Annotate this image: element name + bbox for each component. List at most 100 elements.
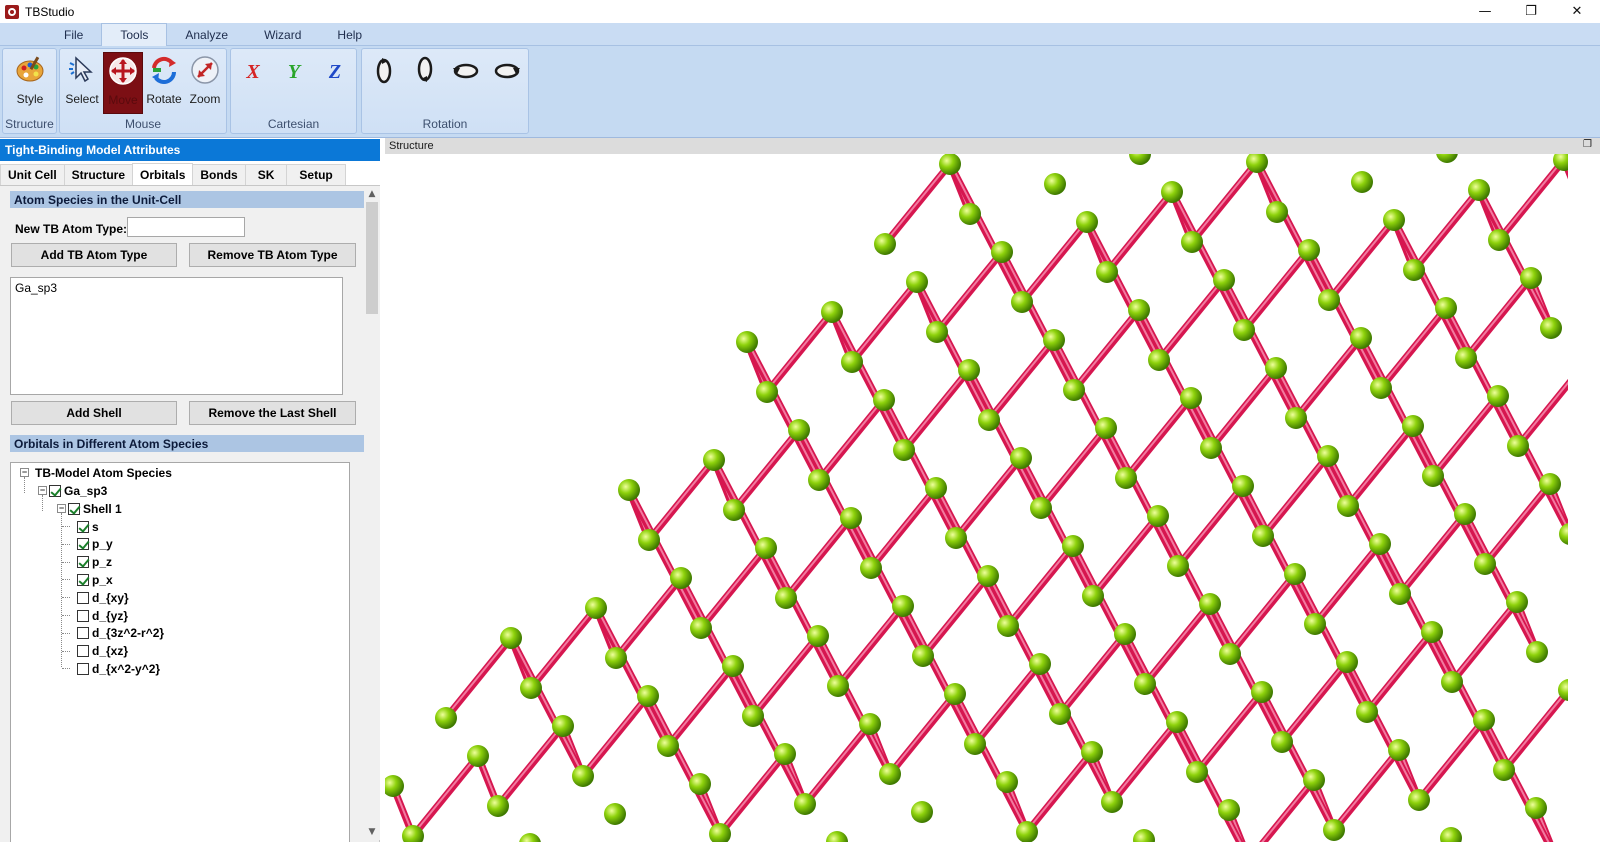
atom[interactable] (826, 831, 848, 842)
atom[interactable] (1488, 229, 1510, 251)
orbital-checkbox[interactable] (77, 573, 89, 586)
atom[interactable] (1062, 535, 1084, 557)
atom[interactable] (859, 713, 881, 735)
atom[interactable] (977, 565, 999, 587)
atom[interactable] (618, 479, 640, 501)
tab-setup[interactable]: Setup (286, 164, 346, 185)
atom[interactable] (1356, 701, 1378, 723)
atom[interactable] (996, 771, 1018, 793)
atom[interactable] (1436, 154, 1458, 163)
atom[interactable] (911, 801, 933, 823)
rotate-cw-button[interactable] (405, 52, 445, 114)
atom[interactable] (939, 154, 961, 175)
scroll-down-icon[interactable]: ▼ (364, 824, 380, 840)
atom[interactable] (1403, 259, 1425, 281)
atom[interactable] (1200, 437, 1222, 459)
atom[interactable] (906, 271, 928, 293)
atom[interactable] (1128, 299, 1150, 321)
atom[interactable] (1539, 473, 1561, 495)
orbital-item[interactable]: s (62, 518, 99, 535)
atom[interactable] (893, 439, 915, 461)
atom[interactable] (467, 745, 489, 767)
atom[interactable] (585, 597, 607, 619)
tab-help[interactable]: Help (319, 23, 380, 46)
atom[interactable] (774, 743, 796, 765)
atom[interactable] (912, 645, 934, 667)
atom[interactable] (827, 675, 849, 697)
close-button[interactable]: ✕ (1554, 0, 1600, 23)
tab-unit-cell[interactable]: Unit Cell (0, 164, 65, 185)
atom[interactable] (926, 321, 948, 343)
atom[interactable] (1474, 553, 1496, 575)
orbital-checkbox[interactable] (77, 556, 89, 569)
atom[interactable] (1435, 297, 1457, 319)
atom[interactable] (1440, 827, 1462, 842)
add-shell-button[interactable]: Add Shell (11, 401, 177, 425)
atom[interactable] (1298, 239, 1320, 261)
atom[interactable] (1044, 173, 1066, 195)
atom[interactable] (1016, 821, 1038, 842)
atom[interactable] (1540, 317, 1562, 339)
tab-tools[interactable]: Tools (101, 23, 168, 46)
minimize-button[interactable]: — (1462, 0, 1508, 23)
atom[interactable] (1166, 711, 1188, 733)
atom[interactable] (756, 381, 778, 403)
atom[interactable] (1455, 347, 1477, 369)
atom[interactable] (736, 331, 758, 353)
orbital-checkbox[interactable] (77, 591, 89, 604)
orbital-item[interactable]: d_{xy} (62, 589, 129, 606)
atom[interactable] (657, 735, 679, 757)
atom[interactable] (1520, 267, 1542, 289)
atom[interactable] (638, 529, 660, 551)
atom[interactable] (1133, 829, 1155, 842)
atom[interactable] (1266, 201, 1288, 223)
atom-species-list[interactable]: Ga_sp3 (10, 277, 343, 395)
atom[interactable] (703, 449, 725, 471)
atom[interactable] (1199, 593, 1221, 615)
atom[interactable] (1095, 417, 1117, 439)
atom[interactable] (1082, 585, 1104, 607)
rotate-ccw-button[interactable] (364, 52, 404, 114)
add-atom-type-button[interactable]: Add TB Atom Type (11, 243, 177, 267)
atom[interactable] (1181, 231, 1203, 253)
z-axis-button[interactable]: Z (315, 52, 355, 114)
atom[interactable] (1304, 613, 1326, 635)
atom[interactable] (1115, 467, 1137, 489)
atom[interactable] (1285, 407, 1307, 429)
atom[interactable] (755, 537, 777, 559)
atom[interactable] (1011, 291, 1033, 313)
atom[interactable] (775, 587, 797, 609)
atom[interactable] (1218, 799, 1240, 821)
atom[interactable] (841, 351, 863, 373)
atom[interactable] (1134, 673, 1156, 695)
atom[interactable] (1350, 327, 1372, 349)
atom[interactable] (1507, 435, 1529, 457)
atom[interactable] (860, 557, 882, 579)
style-button[interactable]: Style (10, 52, 50, 114)
atom[interactable] (1049, 703, 1071, 725)
atom[interactable] (959, 203, 981, 225)
orbital-item[interactable]: p_z (62, 554, 112, 571)
atom[interactable] (1408, 789, 1430, 811)
atom[interactable] (604, 803, 626, 825)
structure-viewport[interactable] (385, 154, 1568, 842)
atom[interactable] (1213, 269, 1235, 291)
rotate-right-button[interactable] (487, 52, 527, 114)
atom[interactable] (808, 469, 830, 491)
atom[interactable] (1506, 591, 1528, 613)
remove-atom-type-button[interactable]: Remove TB Atom Type (189, 243, 356, 267)
move-button[interactable]: Move (103, 52, 143, 114)
atom[interactable] (1147, 505, 1169, 527)
atom[interactable] (1284, 563, 1306, 585)
atom[interactable] (958, 359, 980, 381)
atom[interactable] (637, 685, 659, 707)
tab-analyze[interactable]: Analyze (167, 23, 246, 46)
scroll-thumb[interactable] (366, 202, 378, 314)
atom[interactable] (788, 419, 810, 441)
atom[interactable] (572, 765, 594, 787)
atom[interactable] (794, 793, 816, 815)
atom[interactable] (892, 595, 914, 617)
atom[interactable] (964, 733, 986, 755)
tab-bonds[interactable]: Bonds (192, 164, 246, 185)
atom[interactable] (690, 617, 712, 639)
